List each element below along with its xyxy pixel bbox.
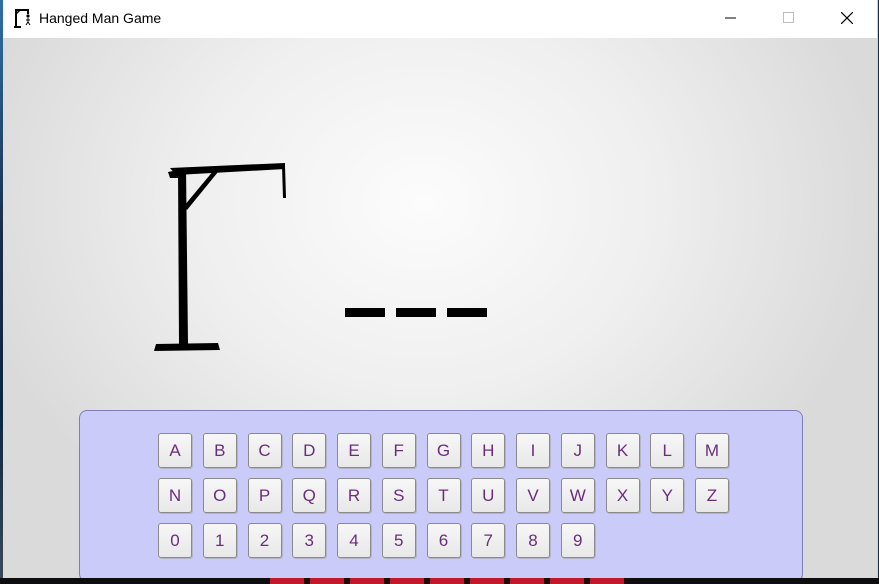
key-9[interactable]: 9 <box>560 523 595 558</box>
key-1[interactable]: 1 <box>202 523 237 558</box>
close-icon <box>841 12 853 24</box>
key-j[interactable]: J <box>560 433 595 468</box>
key-c[interactable]: C <box>247 433 282 468</box>
key-a[interactable]: A <box>158 433 192 468</box>
key-4[interactable]: 4 <box>337 523 371 558</box>
key-q[interactable]: Q <box>292 478 327 513</box>
key-n[interactable]: N <box>158 478 192 513</box>
key-p[interactable]: P <box>247 478 282 513</box>
key-t[interactable]: T <box>426 478 461 513</box>
key-b[interactable]: B <box>202 433 237 468</box>
key-y[interactable]: Y <box>650 478 685 513</box>
key-r[interactable]: R <box>337 478 371 513</box>
app-window: Hanged Man Game A B C D E F G H I J K L … <box>3 0 878 578</box>
key-x[interactable]: X <box>605 478 640 513</box>
key-i[interactable]: I <box>516 433 550 468</box>
close-button[interactable] <box>824 0 870 36</box>
key-z[interactable]: Z <box>695 478 729 513</box>
key-w[interactable]: W <box>560 478 595 513</box>
key-m[interactable]: M <box>695 433 729 468</box>
key-7[interactable]: 7 <box>471 523 506 558</box>
maximize-icon <box>783 12 794 23</box>
title-bar[interactable]: Hanged Man Game <box>3 0 877 38</box>
minimize-button[interactable] <box>708 0 754 36</box>
key-2[interactable]: 2 <box>247 523 282 558</box>
key-e[interactable]: E <box>337 433 371 468</box>
key-s[interactable]: S <box>381 478 416 513</box>
game-area: ABCDEFGHIJKLM NOPQRSTUVWXYZ 0123456789 <box>3 38 877 578</box>
key-3[interactable]: 3 <box>292 523 327 558</box>
key-l[interactable]: L <box>650 433 685 468</box>
key-8[interactable]: 8 <box>516 523 550 558</box>
key-k[interactable]: K <box>605 433 640 468</box>
gallows-drawing <box>154 163 286 351</box>
window-title: Hanged Man Game <box>39 10 162 26</box>
key-5[interactable]: 5 <box>381 523 416 558</box>
key-6[interactable]: 6 <box>426 523 461 558</box>
key-f[interactable]: F <box>381 433 416 468</box>
key-g[interactable]: G <box>426 433 461 468</box>
desktop-background-bottom <box>270 578 630 584</box>
letter-slot <box>396 308 436 317</box>
key-h[interactable]: H <box>471 433 506 468</box>
key-0[interactable]: 0 <box>158 523 192 558</box>
gallows-app-icon <box>14 9 31 28</box>
letter-slot <box>345 308 385 317</box>
key-o[interactable]: O <box>202 478 237 513</box>
key-v[interactable]: V <box>516 478 550 513</box>
maximize-button[interactable] <box>766 0 812 36</box>
letter-slot <box>447 308 487 317</box>
key-d[interactable]: D <box>292 433 327 468</box>
letter-keyboard-panel: ABCDEFGHIJKLM NOPQRSTUVWXYZ 0123456789 <box>79 410 803 578</box>
minimize-icon <box>725 17 736 19</box>
key-u[interactable]: U <box>471 478 506 513</box>
